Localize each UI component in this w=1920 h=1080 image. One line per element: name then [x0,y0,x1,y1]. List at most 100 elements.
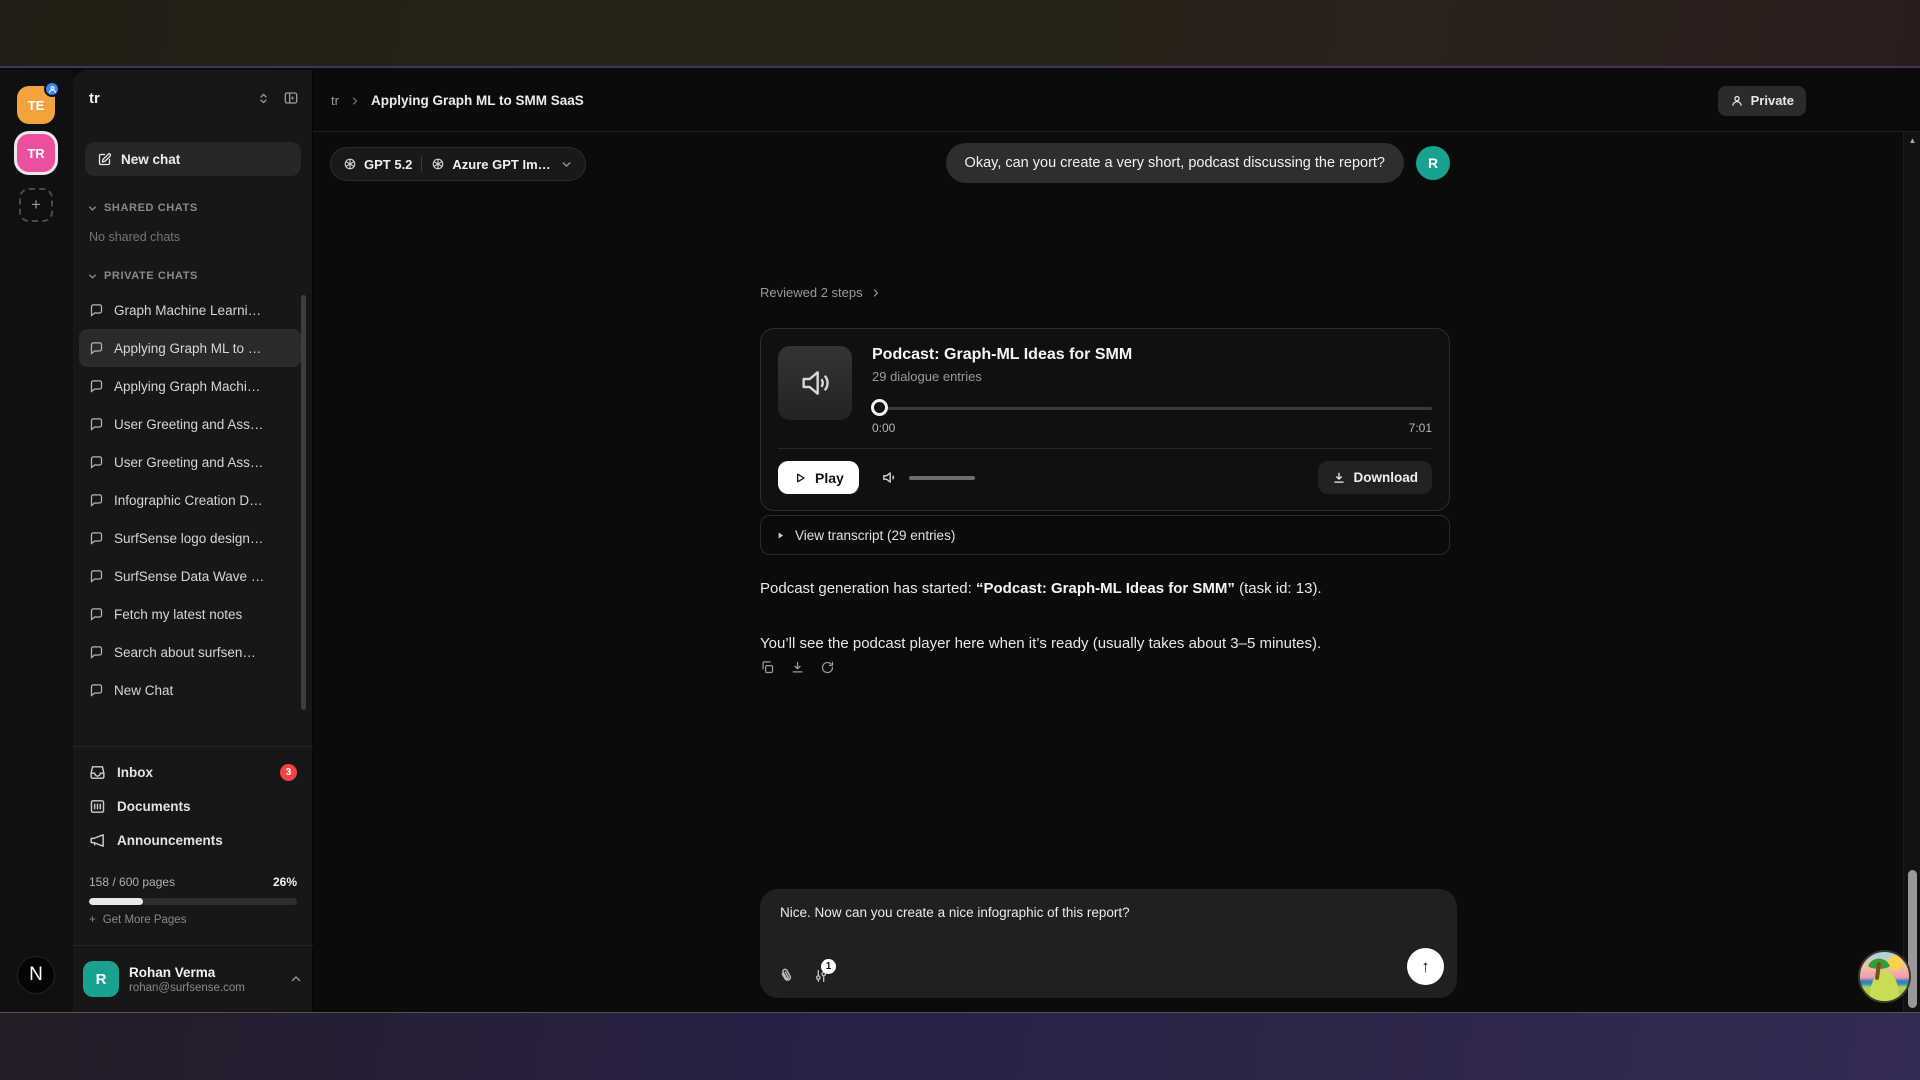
composer[interactable]: Nice. Now can you create a nice infograp… [760,889,1457,998]
seek-track[interactable] [872,407,1432,410]
download-icon [1332,471,1346,485]
documents-icon [89,798,106,815]
chat-bubble-icon [89,303,104,318]
sidebar-chat-item[interactable]: SurfSense logo design… [79,519,301,557]
user-avatar: R [83,961,119,997]
main-header: tr Applying Graph ML to SMM SaaS Private [313,70,1920,132]
chat-bubble-icon [89,417,104,432]
regenerate-icon[interactable] [820,660,835,675]
send-button[interactable]: ↑ [1407,948,1444,985]
play-button[interactable]: Play [778,461,859,494]
new-chat-icon [97,152,112,167]
sidebar-divider [73,746,313,747]
sidebar-chat-item[interactable]: New Chat [79,671,301,709]
sidebar-item-announcements[interactable]: Announcements [79,823,307,857]
app-window: TE TR + N tr New [0,70,1920,1012]
podcast-seek-slider[interactable] [872,399,1432,417]
podcast-subtitle: 29 dialogue entries [872,369,1432,384]
user-message-avatar: R [1416,146,1450,180]
sidebar-chat-item[interactable]: User Greeting and Ass… [79,405,301,443]
secondary-model[interactable]: Azure GPT Im… [431,157,550,172]
island-overlay-icon[interactable] [1858,950,1911,1003]
get-more-pages-button[interactable]: + Get More Pages [89,914,297,926]
no-shared-chats-text: No shared chats [89,230,180,244]
sidebar-divider [73,945,313,946]
podcast-thumbnail [778,346,852,420]
add-workspace-button[interactable]: + [19,188,53,222]
sidebar-chat-item[interactable]: Applying Graph ML to … [79,329,301,367]
chevron-right-icon [870,287,882,299]
composer-input[interactable]: Nice. Now can you create a nice infograp… [780,905,1130,920]
new-chat-label: New chat [121,152,180,167]
seek-thumb[interactable] [871,399,888,416]
chat-bubble-icon [89,569,104,584]
chevron-up-icon [289,972,303,986]
pages-progress-bar [89,898,297,905]
podcast-title: Podcast: Graph-ML Ideas for SMM [872,346,1432,364]
model-selector[interactable]: GPT 5.2 Azure GPT Im… [330,147,586,181]
message-actions [760,660,835,675]
chat-bubble-icon [89,531,104,546]
download-icon[interactable] [790,660,805,675]
sidebar-chat-item[interactable]: Fetch my latest notes [79,595,301,633]
play-icon [793,471,807,485]
sidebar-title: tr [89,90,244,107]
sidebar-chat-item[interactable]: Applying Graph Machi… [79,367,301,405]
status-note: You’ll see the podcast player here when … [760,635,1450,652]
view-transcript-accordion[interactable]: View transcript (29 entries) [760,515,1450,555]
user-account-button[interactable]: R Rohan Verma rohan@surfsense.com [83,954,303,1004]
chat-config-button[interactable]: 1 [813,968,829,984]
new-chat-button[interactable]: New chat [85,142,301,176]
pages-percent-text: 26% [273,875,297,889]
primary-model[interactable]: GPT 5.2 [343,157,412,172]
scrollbar-up-arrow[interactable]: ▲ [1904,136,1920,145]
scrollbar-thumb[interactable] [1908,870,1917,1008]
chat-bubble-icon [89,683,104,698]
sidebar-item-documents[interactable]: Documents [79,789,307,823]
volume-slider[interactable] [909,476,975,480]
reviewed-steps-toggle[interactable]: Reviewed 2 steps [760,285,882,300]
sidebar-chat-item[interactable]: Search about surfsen… [79,633,301,671]
sidebar-chat-item[interactable]: Infographic Creation D… [79,481,301,519]
openai-logo-icon [343,157,357,171]
desktop-top-band [0,0,1920,68]
chevron-down-icon[interactable] [560,158,573,171]
user-message-bubble: Okay, can you create a very short, podca… [946,143,1404,183]
elapsed-time: 0:00 [872,421,895,435]
sidebar-item-inbox[interactable]: Inbox 3 [79,755,307,789]
shared-chats-section-header[interactable]: SHARED CHATS [87,202,198,214]
openai-logo-icon [431,157,445,171]
sidebar-chat-item[interactable]: Graph Machine Learni… [79,291,301,329]
n-logo[interactable]: N [17,956,55,994]
volume-icon[interactable] [881,469,898,486]
sidebar-chat-item[interactable]: User Greeting and Ass… [79,443,301,481]
private-chat-list: Graph Machine Learni… Applying Graph ML … [79,291,301,709]
attachment-icon[interactable] [775,964,798,987]
user-message-row: Okay, can you create a very short, podca… [760,143,1450,183]
main-scrollbar[interactable]: ▲ [1903,132,1920,1012]
total-duration: 7:01 [1409,421,1432,435]
sidebar-chat-item[interactable]: SurfSense Data Wave … [79,557,301,595]
download-button[interactable]: Download [1318,461,1433,494]
breadcrumb-root[interactable]: tr [331,93,339,108]
workspace-avatar-tr[interactable]: TR [17,134,55,172]
chat-bubble-icon [89,379,104,394]
workspace-switcher-icon[interactable] [256,91,271,106]
chat-bubble-icon [89,493,104,508]
chat-bubble-icon [89,607,104,622]
chevron-right-icon [349,95,361,107]
copy-icon[interactable] [760,660,775,675]
status-message: Podcast generation has started: “Podcast… [760,580,1450,597]
collapse-sidebar-icon[interactable] [283,90,299,106]
chevron-down-icon [87,203,98,214]
plus-icon: + [31,195,41,215]
megaphone-icon [89,832,106,849]
config-count-badge: 1 [821,959,836,974]
chevron-down-icon [87,271,98,282]
main-area: tr Applying Graph ML to SMM SaaS Private… [313,70,1920,1012]
workspace-avatar-te[interactable]: TE [17,86,55,124]
private-chats-section-header[interactable]: PRIVATE CHATS [87,270,198,282]
privacy-toggle-button[interactable]: Private [1718,86,1806,116]
person-icon [1730,94,1744,108]
sidebar-scrollbar-thumb[interactable] [301,295,306,710]
